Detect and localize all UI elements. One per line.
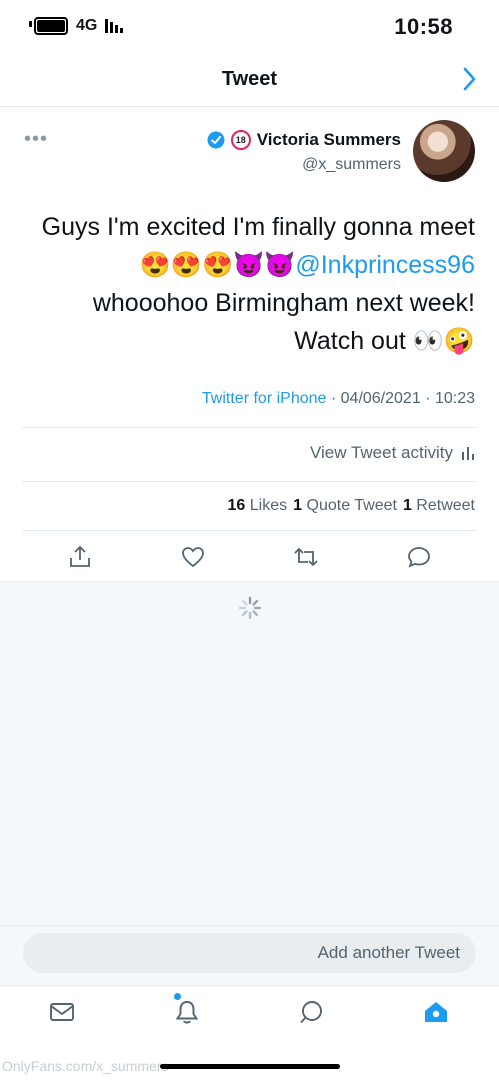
status-time: 10:58 — [394, 14, 453, 39]
search-icon[interactable] — [298, 998, 326, 1026]
author-row: 18 Victoria Summers — [207, 130, 401, 150]
tweet-source-link[interactable]: Twitter for iPhone — [202, 390, 327, 407]
verified-icon — [207, 131, 225, 149]
divider — [22, 427, 477, 428]
status-left: 4G — [29, 17, 124, 35]
add-tweet-input[interactable]: Add another Tweet — [23, 933, 476, 973]
home-icon[interactable] — [422, 998, 450, 1026]
mention-emojis: 😍😍😍😈😈 — [139, 251, 296, 279]
activity-icon — [462, 447, 474, 460]
notifications-icon[interactable] — [173, 998, 201, 1026]
retweet-icon[interactable] — [293, 544, 319, 570]
view-activity-button[interactable]: View Tweet activity — [310, 443, 475, 463]
battery-icon — [29, 17, 68, 35]
avatar[interactable] — [413, 120, 475, 182]
network-label: 4G — [76, 17, 98, 34]
like-icon[interactable] — [180, 544, 206, 570]
divider — [22, 530, 477, 531]
engagement-stats: 16 Likes 1 Quote Tweet 1 Retweet — [228, 497, 475, 515]
share-icon[interactable] — [67, 544, 93, 570]
watermark: OnlyFans.com/x_summers — [2, 1058, 169, 1074]
divider — [22, 481, 477, 482]
signal-icon — [105, 19, 124, 33]
quotes-stat[interactable]: 1 Quote Tweet — [293, 497, 397, 515]
tweet-actions — [0, 540, 499, 578]
home-indicator — [160, 1064, 340, 1069]
age-badge: 18 — [230, 130, 251, 150]
retweets-stat[interactable]: 1 Retweet — [403, 497, 475, 515]
loading-spinner-icon — [238, 596, 262, 620]
divider — [0, 985, 499, 986]
likes-stat[interactable]: 16 Likes — [228, 497, 288, 515]
chevron-back-icon[interactable] — [459, 66, 479, 92]
more-options-icon[interactable]: ••• — [24, 128, 48, 151]
messages-icon[interactable] — [48, 998, 76, 1026]
divider — [0, 106, 499, 107]
mention-link[interactable]: @Inkprincess96 — [295, 251, 475, 279]
tweet-line: Watch out 👀🤪 — [294, 327, 475, 355]
tweet-time: 10:23 — [434, 390, 475, 407]
author-handle[interactable]: @x_summers — [302, 156, 401, 174]
tweet-line: whooohoo Birmingham next week! — [92, 289, 475, 317]
page-title: Tweet — [221, 68, 278, 90]
tweet-text: Guys I'm excited I'm finally gonna meet … — [20, 208, 475, 360]
replies-area — [0, 581, 499, 926]
reply-icon[interactable] — [406, 544, 432, 570]
activity-label: View Tweet activity — [310, 443, 453, 462]
tweet-date: 04/06/2021 — [340, 390, 421, 407]
tweet-line: Guys I'm excited I'm finally gonna meet — [41, 213, 475, 241]
tweet-meta: Twitter for iPhone · 04/06/2021 · 10:23 — [201, 390, 475, 407]
author-name[interactable]: Victoria Summers — [257, 130, 401, 150]
